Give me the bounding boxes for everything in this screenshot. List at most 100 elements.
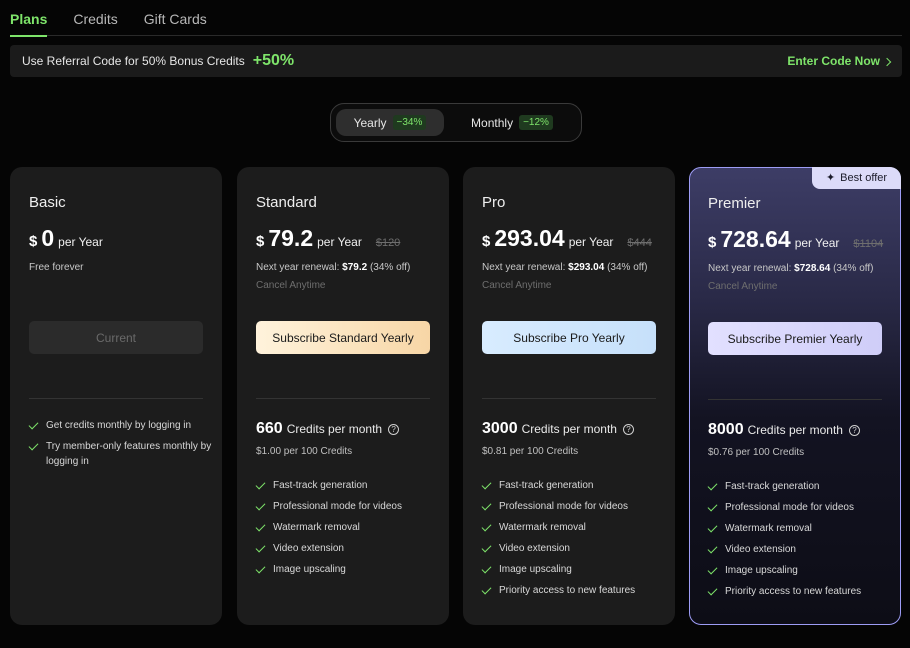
list-item: Watermark removal [481, 520, 635, 535]
price-amount: 728.64 [720, 226, 791, 252]
yearly-discount-badge: −34% [392, 115, 427, 130]
tab-gift-cards[interactable]: Gift Cards [144, 0, 207, 36]
cancel-note: Cancel Anytime [256, 280, 326, 291]
check-icon [707, 585, 718, 596]
list-item: Priority access to new features [707, 584, 861, 599]
help-icon[interactable]: ? [388, 423, 400, 435]
renewal-suffix: (34% off) [367, 262, 411, 273]
feature-text: Get credits monthly by logging in [46, 420, 192, 431]
feature-text: Fast-track generation [273, 480, 368, 491]
plan-name: Premier [708, 195, 761, 212]
billing-monthly-option[interactable]: Monthly −12% [452, 109, 572, 136]
feature-text: Watermark removal [499, 522, 586, 533]
subscribe-standard-button[interactable]: Subscribe Standard Yearly [256, 321, 430, 354]
best-offer-label: Best offer [840, 172, 888, 184]
price-amount: 293.04 [494, 225, 565, 251]
renewal-amount: $293.04 [568, 262, 605, 273]
monthly-label: Monthly [471, 115, 514, 130]
price-amount: 79.2 [268, 225, 314, 251]
referral-text: Use Referral Code for 50% Bonus Credits [22, 54, 245, 68]
credits-row: 3000 Credits per month ? [482, 420, 634, 438]
tab-credits[interactable]: Credits [73, 0, 117, 36]
enter-code-link[interactable]: Enter Code Now [787, 54, 892, 68]
enter-code-label: Enter Code Now [787, 54, 880, 68]
help-icon[interactable]: ? [622, 423, 634, 435]
chevron-right-icon [882, 57, 892, 66]
referral-banner: Use Referral Code for 50% Bonus Credits … [10, 45, 902, 77]
list-item: Image upscaling [707, 563, 861, 578]
credits-label: Credits per month [521, 422, 617, 436]
subscribe-pro-button[interactable]: Subscribe Pro Yearly [482, 321, 656, 354]
credits-row: 8000 Credits per month ? [708, 421, 860, 439]
help-icon[interactable]: ? [848, 424, 860, 436]
check-icon [707, 522, 718, 533]
feature-list: Fast-track generation Professional mode … [255, 478, 402, 583]
price-per-credits: $0.76 per 100 Credits [708, 447, 805, 458]
feature-text: Video extension [273, 543, 344, 554]
price-period: per Year [794, 236, 840, 250]
list-item: Video extension [255, 541, 402, 556]
original-price: $444 [627, 237, 652, 249]
list-item: Priority access to new features [481, 583, 636, 598]
check-icon [255, 479, 266, 490]
divider [708, 399, 882, 400]
plan-name: Pro [482, 194, 506, 211]
check-icon [255, 542, 266, 553]
currency-symbol: $ [482, 233, 491, 250]
divider [482, 398, 656, 399]
renewal-suffix: (34% off) [604, 262, 648, 273]
free-note: Free forever [29, 262, 84, 273]
list-item: Video extension [707, 542, 861, 557]
feature-text: Professional mode for videos [273, 501, 402, 512]
price-amount: 0 [41, 225, 55, 251]
divider [29, 398, 203, 399]
list-item: Image upscaling [255, 562, 402, 577]
subscribe-premier-button[interactable]: Subscribe Premier Yearly [708, 322, 882, 355]
renewal-note: Next year renewal: $79.2 (34% off) [256, 262, 410, 273]
feature-text: Image upscaling [273, 564, 346, 575]
current-plan-button[interactable]: Current [29, 321, 203, 354]
currency-symbol: $ [256, 233, 265, 250]
price-per-credits: $1.00 per 100 Credits [256, 446, 353, 457]
list-item: Professional mode for videos [707, 500, 861, 515]
credits-row: 660 Credits per month ? [256, 420, 400, 438]
yearly-label: Yearly [353, 115, 387, 130]
price-period: per Year [568, 235, 614, 249]
price-row: $ 293.04 per Year $444 [482, 225, 652, 252]
list-item: Get credits monthly by logging in [28, 418, 222, 433]
plan-name: Basic [29, 194, 66, 211]
cancel-note: Cancel Anytime [482, 280, 552, 291]
check-icon [255, 521, 266, 532]
check-icon [28, 419, 39, 430]
feature-list: Fast-track generation Professional mode … [481, 478, 636, 604]
check-icon [481, 542, 492, 553]
list-item: Watermark removal [707, 521, 861, 536]
check-icon [707, 501, 718, 512]
feature-text: Fast-track generation [725, 481, 820, 492]
tab-plans[interactable]: Plans [10, 0, 48, 37]
list-item: Fast-track generation [481, 478, 635, 493]
feature-text: Video extension [725, 544, 796, 555]
check-icon [481, 521, 492, 532]
price-row: $ 728.64 per Year $1104 [708, 226, 883, 253]
monthly-discount-badge: −12% [519, 115, 553, 130]
plan-card-pro: Pro $ 293.04 per Year $444 Next year ren… [463, 167, 675, 625]
check-icon [707, 480, 718, 491]
feature-text: Priority access to new features [499, 585, 636, 596]
billing-toggle: Yearly −34% Monthly −12% [330, 103, 582, 142]
list-item: Try member-only features monthly by logg… [28, 439, 222, 469]
check-icon [481, 563, 492, 574]
original-price: $120 [375, 237, 401, 249]
price-per-credits: $0.81 per 100 Credits [482, 446, 579, 457]
top-tabs: Plans Credits Gift Cards [10, 0, 902, 37]
renewal-amount: $728.64 [794, 263, 831, 274]
feature-text: Watermark removal [725, 523, 812, 534]
feature-text: Image upscaling [499, 564, 572, 575]
plan-card-premier: ✦ Best offer Premier $ 728.64 per Year $… [689, 167, 901, 625]
billing-yearly-option[interactable]: Yearly −34% [336, 109, 444, 136]
credits-label: Credits per month [747, 423, 843, 437]
list-item: Image upscaling [481, 562, 635, 577]
feature-text: Watermark removal [273, 522, 360, 533]
plan-name: Standard [256, 194, 317, 211]
list-item: Professional mode for videos [481, 499, 635, 514]
